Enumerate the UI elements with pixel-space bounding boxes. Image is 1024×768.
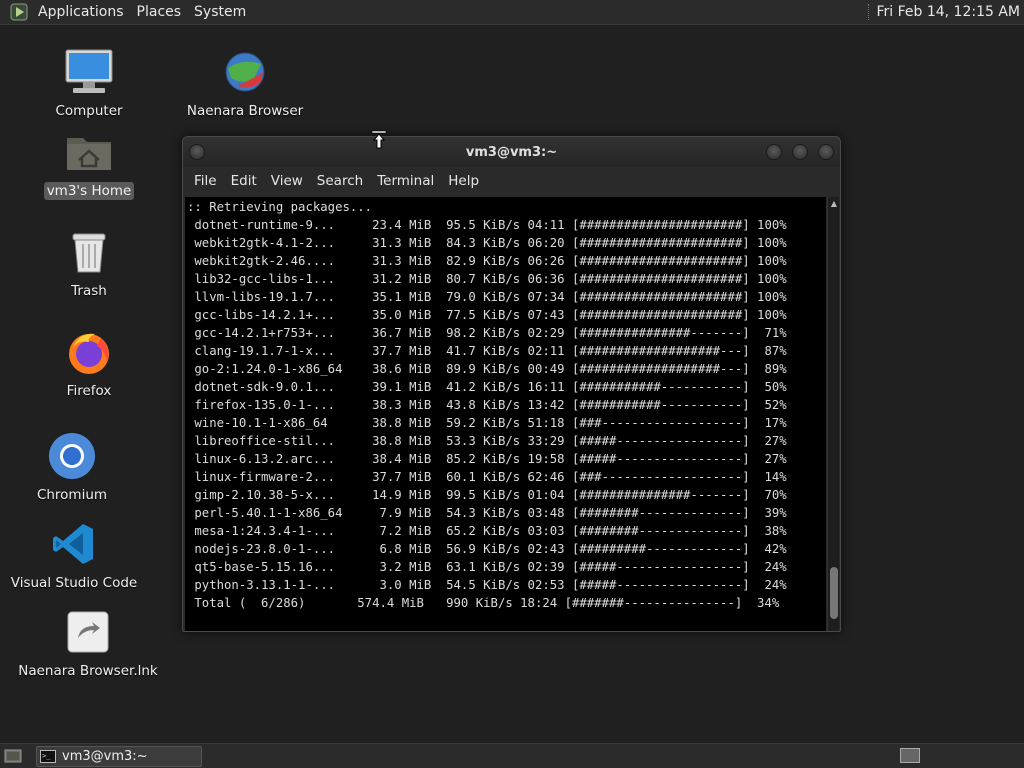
desktop-icon-label: vm3's Home <box>43 182 135 200</box>
terminal-line: clang-19.1.7-1-x... 37.7 MiB 41.7 KiB/s … <box>187 344 787 358</box>
close-button[interactable] <box>818 144 834 160</box>
desktop-icon-label: Firefox <box>66 383 112 399</box>
taskbar-button-label: vm3@vm3:~ <box>62 748 148 764</box>
trash-icon <box>61 224 117 280</box>
terminal-header-line: :: Retrieving packages... <box>187 200 373 214</box>
resize-cursor-icon <box>371 130 387 154</box>
terminal-line: python-3.13.1-1-... 3.0 MiB 54.5 KiB/s 0… <box>187 578 787 592</box>
menu-terminal[interactable]: Terminal <box>370 173 441 189</box>
bottom-panel: >_ vm3@vm3:~ <box>0 743 1024 768</box>
scroll-up-icon[interactable]: ▲ <box>828 197 840 209</box>
desktop-icon-trash[interactable]: Trash <box>44 224 134 300</box>
terminal-line: linux-6.13.2.arc... 38.4 MiB 85.2 KiB/s … <box>187 452 787 466</box>
desktop-icon-vscode[interactable]: Visual Studio Code <box>11 516 137 592</box>
terminal-line: libreoffice-stil... 38.8 MiB 53.3 KiB/s … <box>187 434 787 448</box>
terminal-line: linux-firmware-2... 37.7 MiB 60.1 KiB/s … <box>187 470 787 484</box>
desktop-icon-chromium[interactable]: Chromium <box>27 428 117 504</box>
vscode-icon <box>46 516 102 572</box>
terminal-line: Total ( 6/286) 574.4 MiB 990 KiB/s 18:24… <box>187 596 780 610</box>
top-panel: Applications Places System Fri Feb 14, 1… <box>0 0 1024 25</box>
desktop-icon-label: Trash <box>71 283 107 299</box>
menu-search[interactable]: Search <box>310 173 370 189</box>
terminal-line: webkit2gtk-4.1-2... 31.3 MiB 84.3 KiB/s … <box>187 236 787 250</box>
window-title: vm3@vm3:~ <box>465 144 558 160</box>
terminal-scrollbar[interactable]: ▲ <box>827 197 839 631</box>
terminal-line: gcc-14.2.1+r753+... 36.7 MiB 98.2 KiB/s … <box>187 326 787 340</box>
terminal-line: qt5-base-5.15.16... 3.2 MiB 63.1 KiB/s 0… <box>187 560 787 574</box>
desktop-icon-label: Visual Studio Code <box>10 575 138 591</box>
terminal-line: nodejs-23.8.0-1-... 6.8 MiB 56.9 KiB/s 0… <box>187 542 787 556</box>
firefox-icon <box>61 324 117 380</box>
menu-system[interactable]: System <box>190 4 255 20</box>
minimize-button[interactable] <box>766 144 782 160</box>
terminal-line: llvm-libs-19.1.7... 35.1 MiB 79.0 KiB/s … <box>187 290 787 304</box>
menu-help[interactable]: Help <box>441 173 486 189</box>
terminal-lines: :: Retrieving packages... dotnet-runtime… <box>185 197 826 612</box>
terminal-line: go-2:1.24.0-1-x86_64 38.6 MiB 89.9 KiB/s… <box>187 362 787 376</box>
taskbar-button-terminal[interactable]: >_ vm3@vm3:~ <box>36 745 202 767</box>
desktop-icon-firefox[interactable]: Firefox <box>44 324 134 400</box>
terminal-line: perl-5.40.1-1-x86_64 7.9 MiB 54.3 KiB/s … <box>187 506 787 520</box>
menu-applications[interactable]: Applications <box>34 4 133 20</box>
scrollbar-thumb[interactable] <box>830 567 838 619</box>
desktop-icon-computer[interactable]: Computer <box>44 44 134 120</box>
terminal-output[interactable]: :: Retrieving packages... dotnet-runtime… <box>185 197 826 631</box>
desktop-icon-label: Naenara Browser.lnk <box>18 663 158 679</box>
shortcut-link-icon <box>60 604 116 660</box>
workspace-switcher[interactable] <box>900 748 920 763</box>
terminal-line: wine-10.1-1-x86_64 38.8 MiB 59.2 KiB/s 5… <box>187 416 787 430</box>
terminal-menubar: File Edit View Search Terminal Help <box>183 167 840 195</box>
clock-text: Fri Feb 14, 12:15 AM <box>876 4 1020 20</box>
terminal-line: firefox-135.0-1-... 38.3 MiB 43.8 KiB/s … <box>187 398 787 412</box>
maximize-button[interactable] <box>792 144 808 160</box>
desktop-icon-label: Naenara Browser <box>186 103 304 119</box>
chromium-icon <box>44 428 100 484</box>
main-menu-logo-icon[interactable] <box>8 1 30 23</box>
clock[interactable]: Fri Feb 14, 12:15 AM <box>864 4 1024 20</box>
terminal-line: lib32-gcc-libs-1... 31.2 MiB 80.7 KiB/s … <box>187 272 787 286</box>
menu-file[interactable]: File <box>187 173 224 189</box>
computer-icon <box>61 44 117 100</box>
desktop-icon-label: Computer <box>55 103 123 119</box>
terminal-line: dotnet-runtime-9... 23.4 MiB 95.5 KiB/s … <box>187 218 787 232</box>
desktop-icon-label: Chromium <box>36 487 108 503</box>
home-folder-icon <box>61 124 117 180</box>
terminal-window[interactable]: vm3@vm3:~ File Edit View Search Terminal… <box>182 136 841 632</box>
naenara-browser-icon <box>217 44 273 100</box>
terminal-line: mesa-1:24.3.4-1-... 7.2 MiB 65.2 KiB/s 0… <box>187 524 787 538</box>
terminal-line: webkit2gtk-2.46.... 31.3 MiB 82.9 KiB/s … <box>187 254 787 268</box>
terminal-line: gcc-libs-14.2.1+... 35.0 MiB 77.5 KiB/s … <box>187 308 787 322</box>
terminal-icon: >_ <box>40 749 56 763</box>
terminal-line: gimp-2.10.38-5-x... 14.9 MiB 99.5 KiB/s … <box>187 488 787 502</box>
desktop-icon-naenara-browser-lnk[interactable]: Naenara Browser.lnk <box>18 604 158 680</box>
menu-view[interactable]: View <box>264 173 310 189</box>
menu-places[interactable]: Places <box>133 4 191 20</box>
terminal-line: dotnet-sdk-9.0.1... 39.1 MiB 41.2 KiB/s … <box>187 380 787 394</box>
desktop-icon-naenara-browser[interactable]: Naenara Browser <box>187 44 303 120</box>
desktop-icon-home[interactable]: vm3's Home <box>43 124 135 200</box>
show-desktop-icon[interactable] <box>2 746 24 766</box>
terminal-titlebar[interactable]: vm3@vm3:~ <box>183 137 840 167</box>
menu-edit[interactable]: Edit <box>224 173 264 189</box>
panel-separator <box>868 4 870 20</box>
